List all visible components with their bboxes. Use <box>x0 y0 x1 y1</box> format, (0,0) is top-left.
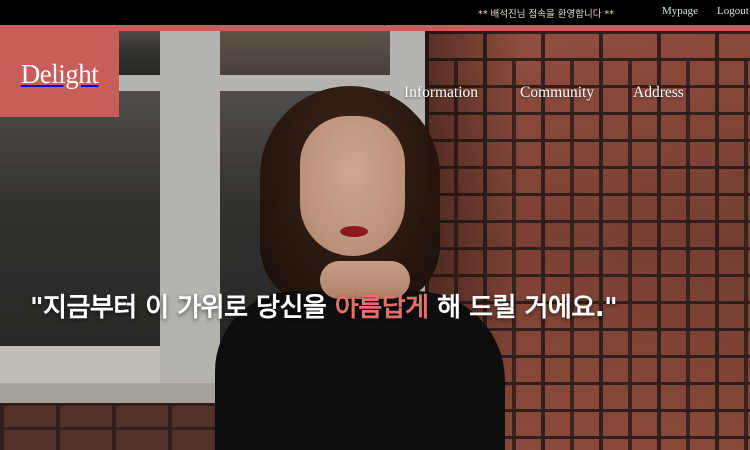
headline-text-post: 해 드릴 거에요." <box>428 293 618 323</box>
headline-text-pre: "지금부터 이 가위로 당신을 <box>30 293 335 323</box>
welcome-message: ** 배석진님 접속을 환영합니다 ** <box>478 9 614 20</box>
logout-link[interactable]: Logout <box>717 5 749 17</box>
top-bar: ** 배석진님 접속을 환영합니다 ** Mypage Logout <box>0 0 750 25</box>
brand-logo[interactable]: Delight <box>0 31 119 117</box>
nav-item-address[interactable]: Address <box>633 84 684 102</box>
nav-item-community[interactable]: Community <box>520 84 594 102</box>
mypage-link[interactable]: Mypage <box>662 5 698 17</box>
hero-headline: "지금부터 이 가위로 당신을 아름답게 해 드릴 거에요." <box>30 287 618 324</box>
logo-text: Delight <box>20 58 99 89</box>
headline-accent-word: 아름답게 <box>334 293 429 323</box>
nav-item-information[interactable]: Information <box>404 84 478 102</box>
